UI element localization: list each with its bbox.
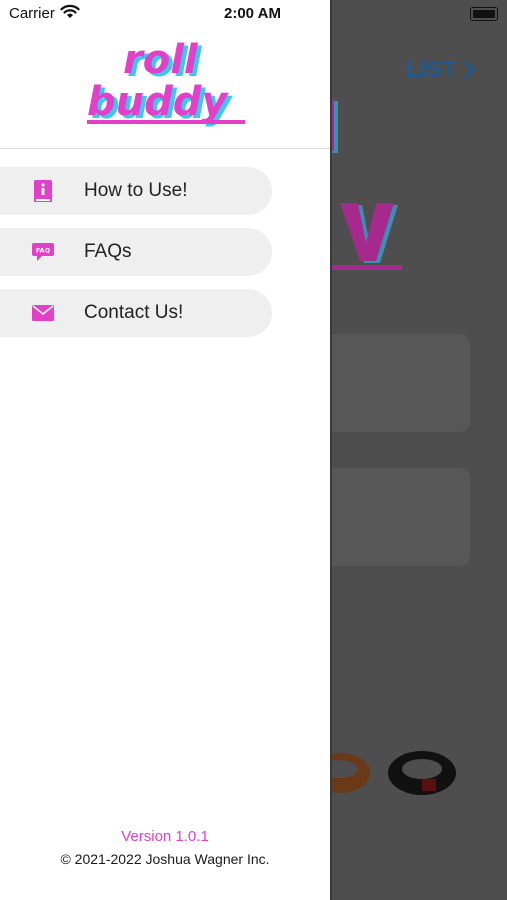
menu-item-contact-us[interactable]: Contact Us! <box>0 289 272 337</box>
menu-item-label: How to Use! <box>84 180 188 201</box>
svg-text:FAQ: FAQ <box>36 247 51 255</box>
list-link[interactable]: LIST <box>406 56 456 83</box>
chevron-right-icon <box>464 61 476 79</box>
background-card <box>318 334 470 432</box>
menu-item-label: FAQs <box>84 241 132 262</box>
mail-icon <box>31 301 55 325</box>
battery-icon <box>470 7 498 21</box>
carrier-label: Carrier <box>9 5 55 22</box>
wifi-icon <box>60 4 80 18</box>
side-drawer: Carrier 2:00 AM roll buddy roll buddy Ho… <box>0 0 330 900</box>
belt-images <box>318 751 456 795</box>
svg-text:buddy: buddy <box>87 79 229 125</box>
copyright-label: © 2021-2022 Joshua Wagner Inc. <box>60 851 270 867</box>
info-book-icon <box>31 179 55 203</box>
background-logo <box>318 99 402 270</box>
divider <box>0 148 330 149</box>
background-card <box>318 468 470 566</box>
menu-item-faqs[interactable]: FAQ FAQs <box>0 228 272 276</box>
menu-item-how-to-use[interactable]: How to Use! <box>0 167 272 215</box>
faq-bubble-icon: FAQ <box>31 240 55 264</box>
svg-text:roll: roll <box>123 40 199 83</box>
drawer-edge <box>330 0 332 900</box>
version-label: Version 1.0.1 <box>121 828 209 845</box>
menu-item-label: Contact Us! <box>84 302 184 323</box>
roll-buddy-logo: roll buddy roll buddy <box>87 40 245 128</box>
status-time: 2:00 AM <box>224 5 281 22</box>
